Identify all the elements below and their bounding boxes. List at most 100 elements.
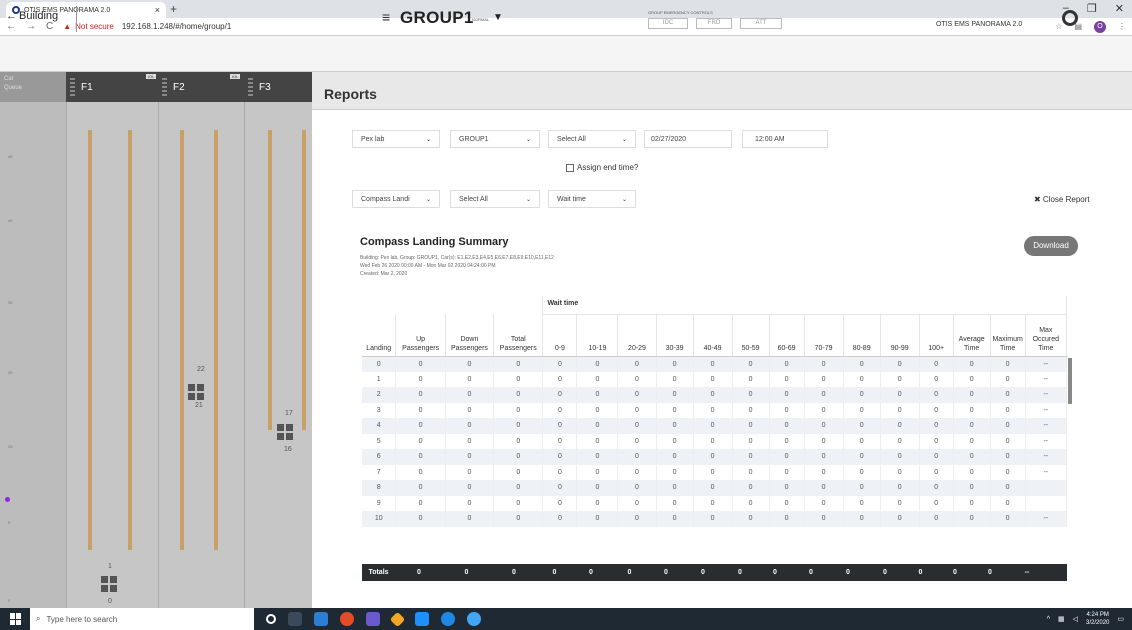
table-cell: 0 — [732, 387, 770, 403]
notifications-icon[interactable]: ▭ — [1117, 615, 1124, 623]
system-tray: ^ ▦ ◁ 4:24 PM 3/2/2020 ▭ — [1047, 611, 1132, 627]
table-cell: 0 — [732, 495, 770, 511]
start-time-input[interactable]: 12:00 AM — [742, 130, 828, 148]
drag-handle-icon[interactable] — [248, 78, 253, 96]
nav-buttons: ← → C — [6, 21, 53, 32]
group-dropdown-caret-icon[interactable]: ▼ — [493, 12, 503, 23]
app-icon[interactable] — [366, 612, 380, 626]
table-scrollbar[interactable] — [1068, 358, 1072, 404]
drag-handle-icon[interactable] — [70, 78, 75, 96]
app-icon[interactable] — [415, 612, 429, 626]
table-cell: 0 — [576, 356, 619, 372]
column-header-f3[interactable]: F3 — [244, 72, 312, 102]
table-cell: 0 — [880, 433, 920, 449]
kebab-menu-icon[interactable]: ⋮ — [1118, 22, 1126, 31]
close-report-button[interactable]: ✖ Close Report — [1034, 195, 1090, 204]
table-cell: 0 — [732, 371, 770, 387]
chevron-down-icon: ⌄ — [425, 196, 431, 203]
url-field[interactable]: 192.168.1.248/#/home/group/1 — [122, 22, 231, 31]
column-header-f1[interactable]: F1 IOL — [66, 72, 158, 102]
warning-icon[interactable]: ▲ — [63, 22, 71, 31]
summary-title: Compass Landing Summary — [360, 236, 509, 248]
close-tab-icon[interactable]: × — [155, 5, 160, 15]
floor-label: 30 — [8, 370, 13, 375]
column-header-f2[interactable]: F2 IOL — [158, 72, 244, 102]
table-cell: 0 — [804, 402, 844, 418]
app-diamond-icon[interactable] — [389, 611, 406, 627]
table-cell: 0 — [395, 371, 446, 387]
table-row: 90000000000000000 — [362, 495, 1067, 511]
metric-select[interactable]: Wait time ⌄ — [548, 190, 636, 208]
system-clock[interactable]: 4:24 PM 3/2/2020 — [1086, 611, 1109, 627]
file-explorer-icon[interactable] — [314, 612, 328, 626]
group-mode-label: NORMAL — [472, 17, 490, 22]
table-cell: 0 — [493, 371, 544, 387]
hall-call-indicator-icon[interactable] — [5, 497, 10, 502]
table-row: 1 0 0 0 0 0 0 0 0 0 0 0 0 0 0 0 0 -- — [362, 371, 1067, 387]
table-cell: 0 — [953, 433, 991, 449]
table-cell: 0 — [953, 356, 991, 372]
building-select[interactable]: Pex lab ⌄ — [352, 130, 440, 148]
network-icon[interactable]: ▦ — [1058, 615, 1065, 623]
new-tab-button[interactable]: + — [170, 2, 177, 16]
task-view-icon[interactable] — [288, 612, 302, 626]
reload-icon[interactable]: C — [46, 21, 53, 32]
table-cell: 0 — [445, 356, 495, 372]
browser-icon[interactable] — [467, 612, 481, 626]
totals-cell: 0 — [417, 569, 421, 576]
elevator-car-icon[interactable] — [101, 576, 117, 592]
table-cell: 0 — [804, 511, 844, 527]
column-header: 100+ — [919, 314, 954, 357]
iol-tag: IOL — [146, 74, 157, 79]
back-to-building-button[interactable]: ← Building — [6, 10, 58, 22]
profile-avatar[interactable]: O — [1094, 20, 1106, 33]
download-button[interactable]: Download — [1024, 236, 1078, 256]
search-icon: ⌕ — [36, 614, 41, 623]
elevator-car-icon[interactable] — [188, 384, 204, 400]
back-arrow-icon[interactable]: ← — [6, 21, 16, 32]
tray-chevron-icon[interactable]: ^ — [1047, 616, 1050, 623]
cars-select[interactable]: Select All ⌄ — [548, 130, 636, 148]
table-cell: 0 — [990, 387, 1026, 403]
table-cell: 0 — [769, 433, 805, 449]
forward-arrow-icon[interactable]: → — [26, 21, 36, 32]
app-name: OTIS EMS PANORAMA 2.0 — [936, 21, 1023, 28]
chrome-icon[interactable] — [340, 612, 354, 626]
landings-select[interactable]: Select All ⌄ — [450, 190, 540, 208]
user-account-icon[interactable] — [1062, 10, 1078, 26]
table-cell: 0 — [542, 402, 578, 418]
report-type-select[interactable]: Compass Landi ⌄ — [352, 190, 440, 208]
table-cell: 0 — [919, 464, 954, 480]
volume-icon[interactable]: ◁ — [1073, 615, 1078, 623]
maximize-button[interactable]: ❐ — [1087, 2, 1097, 15]
table-cell: 0 — [576, 495, 619, 511]
start-date-input[interactable]: 02/27/2020 — [644, 130, 732, 148]
att-button[interactable]: ATT — [740, 18, 782, 29]
checkbox-icon[interactable] — [566, 163, 574, 172]
edge-icon[interactable] — [441, 612, 455, 626]
elevator-car-icon[interactable] — [277, 424, 293, 440]
star-icon[interactable]: ☆ — [1055, 22, 1062, 31]
table-cell: 0 — [880, 387, 920, 403]
column-label: F3 — [259, 81, 271, 93]
drag-handle-icon[interactable] — [162, 78, 167, 96]
cortana-icon[interactable] — [266, 614, 276, 624]
taskbar-search[interactable]: ⌕ Type here to search — [30, 608, 254, 630]
hamburger-menu-icon[interactable]: ≡ — [382, 9, 390, 25]
table-cell: 0 — [953, 480, 991, 496]
shaft-f1 — [66, 102, 158, 608]
table-cell: 1 — [362, 371, 397, 387]
assign-end-time-checkbox[interactable]: Assign end time? — [566, 163, 638, 172]
table-cell: 0 — [732, 356, 770, 372]
table-cell: 0 — [542, 495, 578, 511]
frd-button[interactable]: FRD — [696, 18, 732, 29]
table-cell: -- — [1025, 402, 1067, 418]
not-secure-label[interactable]: Not secure — [75, 22, 114, 31]
table-cell: 0 — [880, 464, 920, 480]
idc-button[interactable]: IDC — [648, 18, 688, 29]
close-window-button[interactable]: ✕ — [1115, 2, 1124, 15]
windows-start-icon[interactable] — [10, 613, 22, 625]
group-select[interactable]: GROUP1 ⌄ — [450, 130, 540, 148]
table-cell: 0 — [953, 511, 991, 527]
floor-label: 0 — [8, 598, 11, 603]
